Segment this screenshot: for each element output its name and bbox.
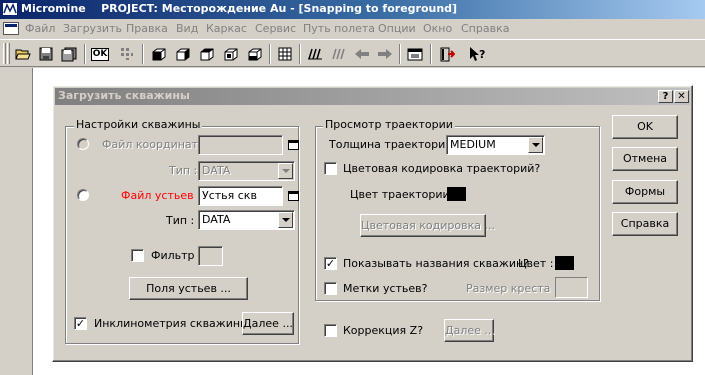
svg-text:?: ?	[479, 48, 485, 61]
well-settings-group-label: Настройки скважины	[74, 118, 203, 131]
chevron-down-icon[interactable]	[278, 163, 293, 179]
menu-flight-path[interactable]: Путь полета	[303, 22, 375, 35]
collar-file-input[interactable]: Устья скв	[198, 186, 283, 206]
type-label-2: Тип :	[166, 214, 195, 227]
thickness-label: Толщина траектории :	[329, 138, 460, 151]
z-more-button[interactable]: Далее ...	[444, 319, 495, 342]
type-label-1: Тип :	[169, 164, 198, 177]
cube-front-icon[interactable]	[172, 44, 194, 64]
ok-button[interactable]: OK	[612, 115, 678, 139]
forms-button[interactable]: Формы	[612, 180, 678, 204]
menu-options[interactable]: Опции	[378, 22, 416, 35]
app-titlebar[interactable]: Micromine PROJECT: Месторождение Au - [S…	[0, 0, 705, 19]
load-wells-dialog: Загрузить скважины ? ✕ Настройки скважин…	[52, 85, 693, 362]
dialog-help-button[interactable]: ?	[658, 90, 673, 103]
color-coding-checkbox[interactable]	[324, 162, 337, 175]
menu-wireframe[interactable]: Каркас	[206, 22, 247, 35]
document-system-menu-icon[interactable]	[3, 22, 19, 35]
cancel-button[interactable]: Отмена	[612, 147, 678, 171]
app-title: Micromine PROJECT: Месторождение Au - [S…	[21, 2, 458, 15]
arrow-left-icon[interactable]	[351, 44, 373, 64]
toolbar: OK ?	[0, 39, 705, 67]
collar-file-radio[interactable]	[77, 189, 89, 201]
inclinometry-label: Инклинометрия скважины?	[94, 317, 255, 330]
exit-door-icon[interactable]	[436, 44, 458, 64]
window-list-icon[interactable]	[404, 44, 426, 64]
menu-bar: Файл Загрузить Правка Вид Каркас Сервис …	[0, 19, 705, 39]
trace-color-label: Цвет траектории :	[350, 188, 457, 201]
context-help-icon[interactable]: ?	[466, 44, 488, 64]
toolbar-grip[interactable]	[3, 43, 6, 64]
thickness-select[interactable]: MEDIUM	[446, 135, 545, 155]
micromine-logo-icon	[2, 2, 18, 16]
cross-size-input[interactable]	[555, 277, 588, 298]
toolbar-separator	[399, 44, 401, 64]
z-correction-label: Коррекция Z?	[343, 324, 424, 337]
filter-input[interactable]	[198, 246, 223, 266]
toolbar-separator	[430, 44, 432, 64]
cube-view-icon[interactable]	[148, 44, 170, 64]
cross-size-label: Размер креста :	[466, 282, 558, 295]
thickness-value: MEDIUM	[450, 138, 496, 151]
multi-page-icon[interactable]	[304, 44, 326, 64]
help-button[interactable]: Справка	[612, 212, 678, 236]
inclinometry-checkbox[interactable]: ✓	[74, 317, 87, 330]
chevron-down-icon[interactable]	[278, 212, 293, 228]
table-grid-icon[interactable]	[274, 44, 296, 64]
color-coding-button[interactable]: Цветовая кодировка ...	[360, 214, 495, 237]
collar-file-label: Файл устьев :	[121, 189, 201, 202]
collar-marks-checkbox[interactable]	[324, 282, 337, 295]
menu-view[interactable]: Вид	[176, 22, 198, 35]
coord-file-label: Файл координат :	[102, 138, 206, 151]
menu-window[interactable]: Окно	[423, 22, 452, 35]
coord-file-radio[interactable]	[77, 138, 89, 150]
show-names-checkbox[interactable]: ✓	[324, 257, 337, 270]
save-all-icon[interactable]	[58, 44, 80, 64]
collar-type-select[interactable]: DATA	[198, 210, 295, 230]
coord-type-value: DATA	[202, 164, 231, 177]
name-color-swatch[interactable]	[555, 256, 574, 270]
chevron-down-icon[interactable]	[528, 137, 543, 153]
dialog-close-button[interactable]: ✕	[674, 90, 689, 103]
collar-marks-label: Метки устьев?	[343, 282, 428, 295]
toolbar-grip[interactable]	[7, 43, 10, 64]
menu-load[interactable]: Загрузить	[63, 22, 122, 35]
open-folder-icon[interactable]	[12, 44, 34, 64]
cube-side-icon[interactable]	[196, 44, 218, 64]
dialog-title: Загрузить скважины	[58, 89, 190, 102]
coord-type-select[interactable]: DATA	[198, 161, 295, 181]
trace-color-swatch[interactable]	[447, 187, 466, 201]
menu-edit[interactable]: Правка	[126, 22, 168, 35]
multi-page-disabled-icon[interactable]	[328, 44, 350, 64]
toolbar-separator	[269, 44, 271, 64]
coord-file-browse-icon[interactable]	[288, 140, 299, 150]
inclinometry-more-button[interactable]: Далее ...	[242, 312, 294, 335]
collar-type-value: DATA	[202, 213, 231, 226]
toolbar-separator	[142, 44, 144, 64]
cube-top-icon[interactable]	[220, 44, 242, 64]
collar-fields-button[interactable]: Поля устьев ...	[129, 277, 248, 300]
collar-file-browse-icon[interactable]	[288, 191, 299, 201]
ok-toolbar-button[interactable]: OK	[89, 44, 111, 64]
show-names-label: Показывать названия скважин?	[343, 257, 529, 270]
coord-file-input[interactable]	[198, 135, 283, 155]
grid-dots-icon[interactable]	[116, 44, 138, 64]
cube-iso-icon[interactable]	[244, 44, 266, 64]
toolbar-separator	[299, 44, 301, 64]
menu-service[interactable]: Сервис	[255, 22, 296, 35]
trace-view-group-label: Просмотр траектории	[323, 118, 455, 131]
filter-label: Фильтр	[151, 249, 195, 262]
z-correction-checkbox[interactable]	[324, 324, 337, 337]
color-coding-label: Цветовая кодировка траекторий?	[343, 162, 541, 175]
toolbar-separator	[84, 44, 86, 64]
filter-checkbox[interactable]	[131, 249, 144, 262]
menu-file[interactable]: Файл	[25, 22, 55, 35]
arrow-right-icon[interactable]	[374, 44, 396, 64]
menu-help[interactable]: Справка	[461, 22, 509, 35]
save-icon[interactable]	[35, 44, 57, 64]
dialog-titlebar[interactable]: Загрузить скважины ? ✕	[55, 88, 690, 105]
mdi-left-strip	[0, 68, 32, 375]
name-color-label: Цвет :	[518, 257, 554, 270]
